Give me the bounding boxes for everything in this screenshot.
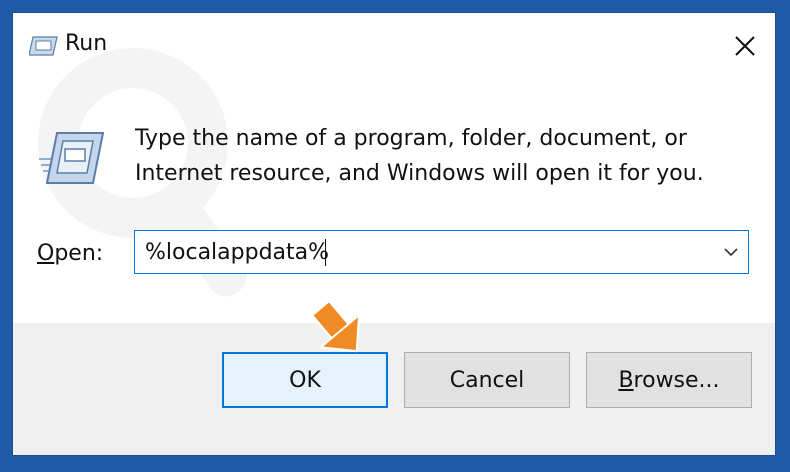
- run-icon-large: [39, 132, 105, 184]
- open-label: Open:: [37, 241, 103, 266]
- close-icon: [735, 36, 755, 56]
- open-input[interactable]: [145, 231, 705, 273]
- dropdown-button[interactable]: [714, 231, 748, 273]
- open-combobox[interactable]: [134, 230, 749, 274]
- open-label-accelerator: O: [37, 241, 55, 266]
- browse-label: rowse...: [633, 367, 720, 393]
- browse-button[interactable]: Browse...: [586, 352, 752, 408]
- run-dialog: Run Type the name of a program, folder, …: [12, 12, 776, 456]
- open-label-text: pen:: [54, 241, 104, 266]
- run-icon: [29, 36, 58, 56]
- title-bar: Run: [13, 13, 775, 79]
- browse-accelerator: B: [618, 367, 634, 393]
- description-line-2: Internet resource, and Windows will open…: [135, 161, 704, 186]
- text-cursor: [325, 239, 326, 266]
- close-button[interactable]: [715, 21, 775, 71]
- cancel-button[interactable]: Cancel: [404, 352, 570, 408]
- description-text: Type the name of a program, folder, docu…: [135, 121, 745, 191]
- annotation-arrow-icon: [310, 299, 361, 353]
- window-title: Run: [65, 31, 108, 56]
- chevron-down-icon: [724, 248, 738, 257]
- description-line-1: Type the name of a program, folder, docu…: [135, 126, 687, 151]
